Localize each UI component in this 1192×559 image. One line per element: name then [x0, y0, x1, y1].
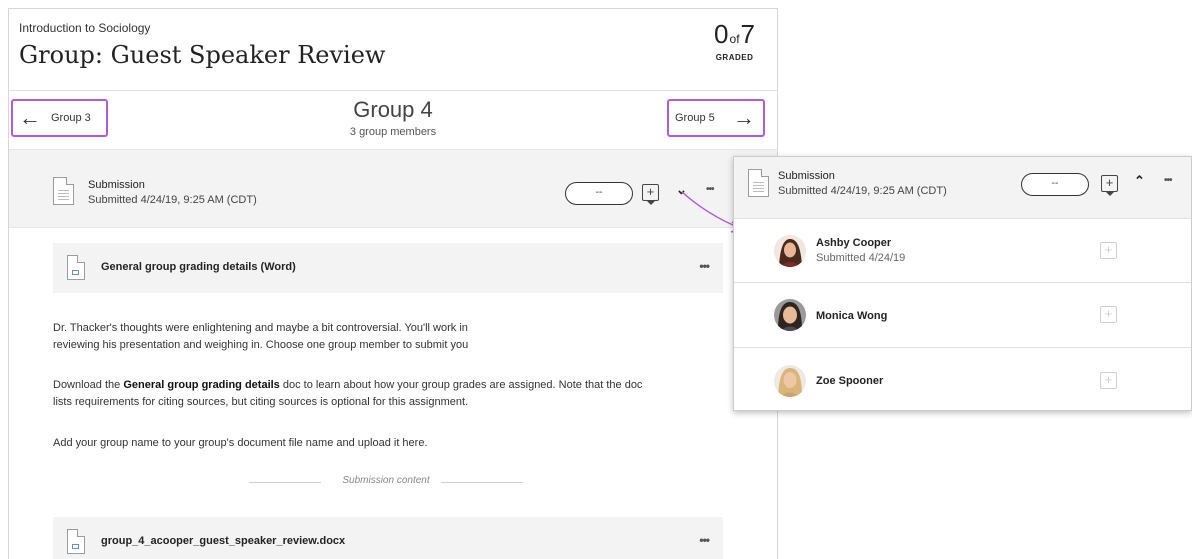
graded-total: 7	[740, 19, 755, 49]
popup-submission-title: Submission	[778, 170, 835, 182]
next-group-button[interactable]: Group 5 →	[667, 99, 765, 137]
graded-label: GRADED	[715, 53, 754, 62]
avatar	[774, 365, 806, 397]
attachment-name[interactable]: General group grading details (Word)	[101, 261, 296, 273]
document-icon	[748, 169, 769, 197]
chevron-up-icon[interactable]: ⌃	[1134, 173, 1145, 189]
member-status: Submitted 4/24/19	[816, 252, 906, 264]
attachment-row[interactable]: General group grading details (Word) •••	[53, 243, 723, 293]
word-file-icon	[67, 529, 85, 554]
graded-count: 0	[714, 19, 729, 49]
attachment-more-icon[interactable]: •••	[699, 259, 710, 273]
instructions-paragraph-2: Download the General group grading detai…	[53, 377, 753, 411]
attachment-name[interactable]: group_4_acooper_guest_speaker_review.doc…	[101, 535, 345, 547]
word-file-icon	[67, 255, 85, 280]
next-group-label: Group 5	[675, 112, 715, 124]
member-row-ashby-cooper[interactable]: Ashby Cooper Submitted 4/24/19 +	[734, 219, 1191, 283]
popup-more-options-icon[interactable]: •••	[1164, 175, 1172, 186]
submission-content-divider: Submission content	[249, 475, 523, 491]
submission-date: Submitted 4/24/19, 9:25 AM (CDT)	[88, 194, 257, 206]
member-row-zoe-spooner[interactable]: Zoe Spooner +	[734, 349, 1191, 410]
add-feedback-icon[interactable]: +	[1100, 242, 1117, 259]
member-name: Zoe Spooner	[816, 375, 884, 387]
page-header: Introduction to Sociology Group: Guest S…	[9, 9, 777, 91]
instructions-line: Download the General group grading detai…	[53, 379, 643, 391]
current-group: Group 4 3 group members	[9, 97, 777, 138]
grade-input[interactable]: --	[565, 182, 633, 205]
popup-grade-input[interactable]: --	[1021, 173, 1089, 196]
member-name: Monica Wong	[816, 310, 888, 322]
instructions-paragraph-3: Add your group name to your group's docu…	[53, 437, 428, 449]
page-title: Group: Guest Speaker Review	[19, 41, 386, 69]
instructions-line: reviewing his presentation and weighing …	[53, 339, 469, 351]
attachment-row[interactable]: group_4_acooper_guest_speaker_review.doc…	[53, 517, 723, 559]
member-name: Ashby Cooper	[816, 237, 892, 249]
course-name: Introduction to Sociology	[19, 21, 151, 35]
group-navigation: ← Group 3 Group 4 3 group members Group …	[9, 91, 777, 149]
instructions-paragraph-1: Dr. Thacker's thoughts were enlightening…	[53, 320, 753, 354]
instructions-line: Dr. Thacker's thoughts were enlightening…	[53, 322, 468, 334]
group-member-count: 3 group members	[349, 126, 437, 138]
feedback-icon[interactable]: +	[642, 184, 659, 205]
attachment-more-icon[interactable]: •••	[699, 533, 710, 547]
popup-submission-date: Submitted 4/24/19, 9:25 AM (CDT)	[778, 185, 947, 197]
group-members-popup: Submission Submitted 4/24/19, 9:25 AM (C…	[733, 156, 1192, 411]
divider-label: Submission content	[342, 475, 430, 486]
submission-title: Submission	[88, 179, 145, 191]
grading-panel: Introduction to Sociology Group: Guest S…	[8, 8, 778, 559]
graded-of: of	[729, 32, 740, 46]
popup-feedback-icon[interactable]: +	[1101, 175, 1118, 196]
instructions-line: lists requirements for citing sources, b…	[53, 396, 469, 408]
submission-bar: Submission Submitted 4/24/19, 9:25 AM (C…	[9, 149, 777, 228]
popup-submission-header: Submission Submitted 4/24/19, 9:25 AM (C…	[734, 157, 1191, 219]
document-icon	[53, 177, 74, 205]
current-group-name: Group 4	[353, 97, 433, 122]
avatar	[774, 299, 806, 331]
graded-counter: 0of7 GRADED	[714, 21, 755, 62]
member-row-monica-wong[interactable]: Monica Wong +	[734, 284, 1191, 348]
arrow-right-icon: →	[733, 105, 755, 130]
add-feedback-icon[interactable]: +	[1100, 306, 1117, 323]
grading-details-link-text: General group grading details	[123, 379, 280, 391]
add-feedback-icon[interactable]: +	[1100, 372, 1117, 389]
avatar	[774, 235, 806, 267]
